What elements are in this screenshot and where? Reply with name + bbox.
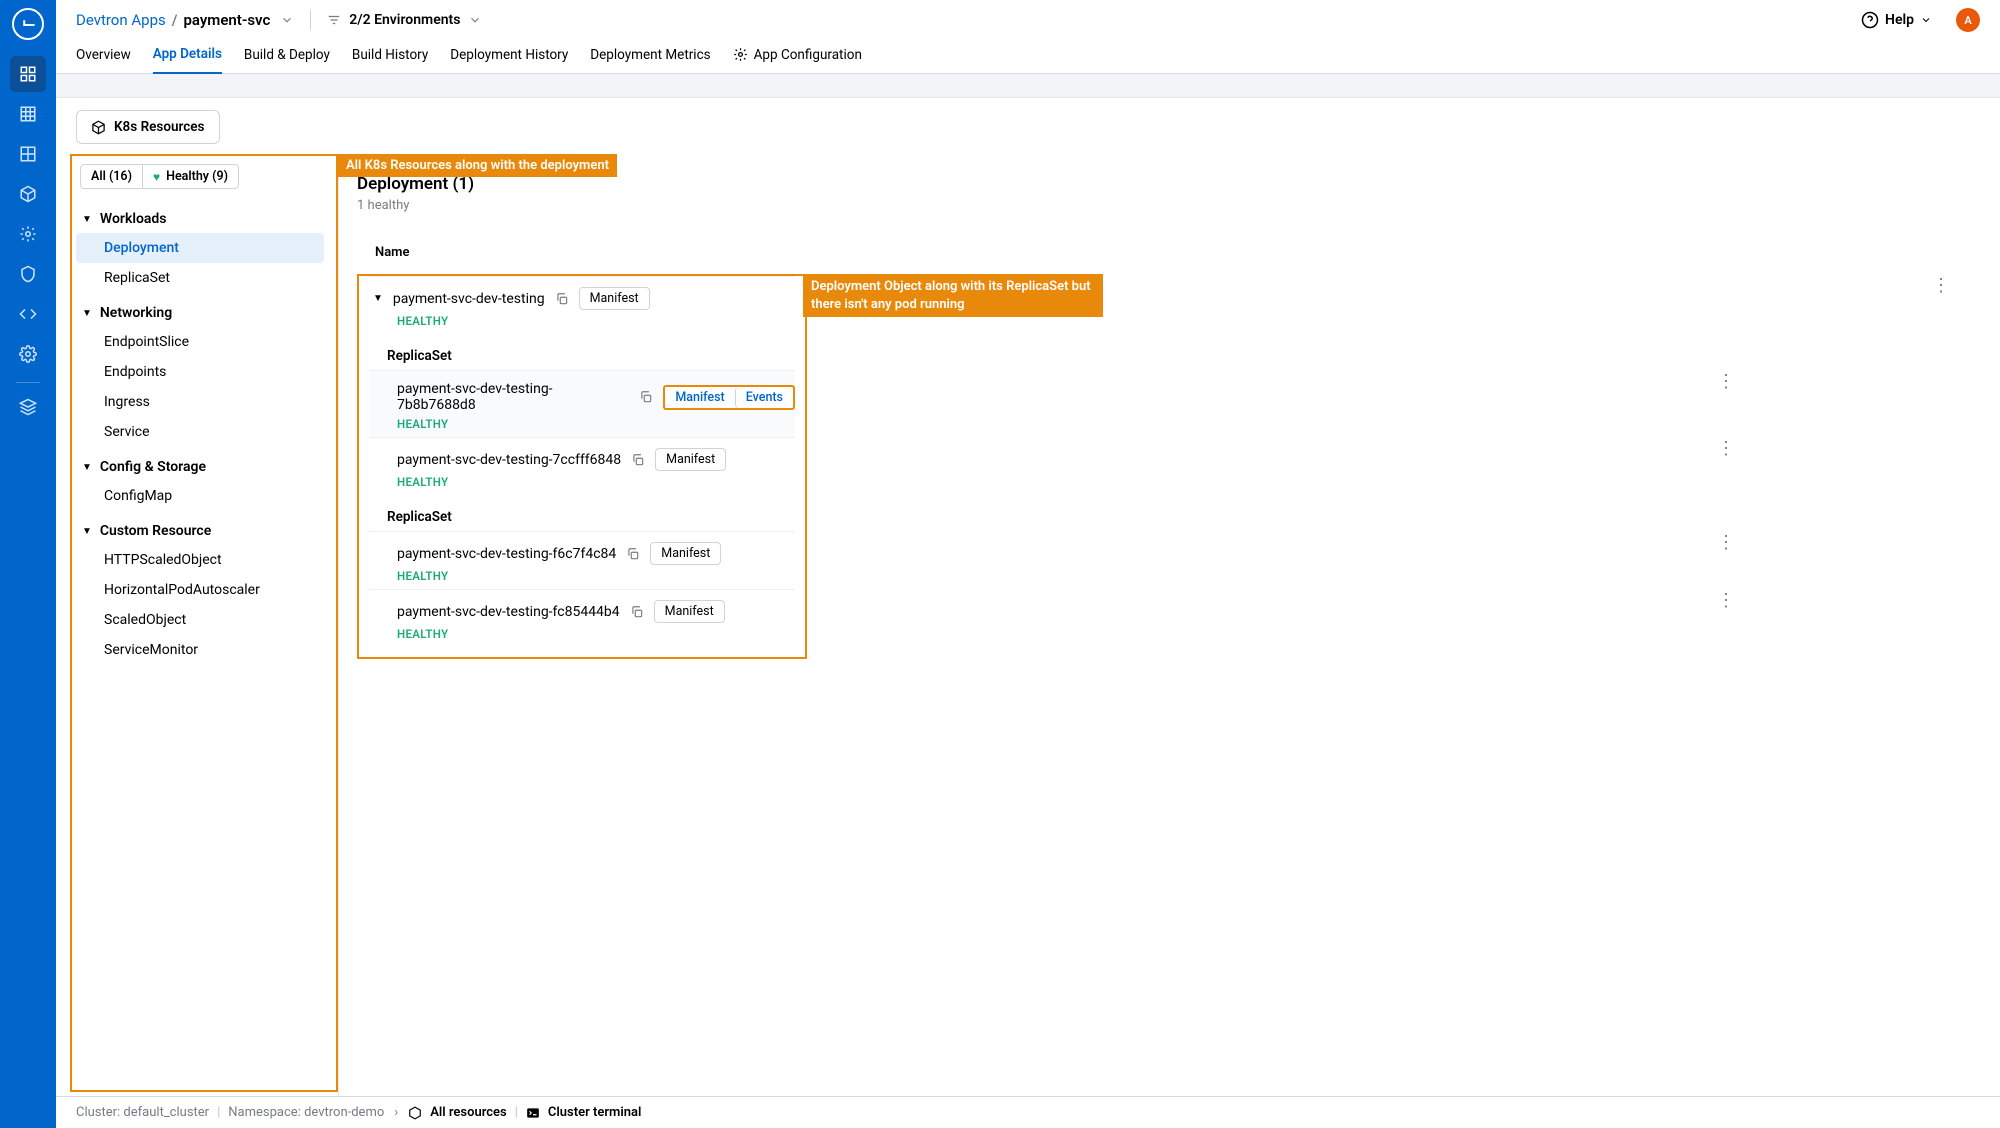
- annotation-label-deployment: Deployment Object along with its Replica…: [803, 274, 1103, 317]
- tab-deployment-metrics[interactable]: Deployment Metrics: [590, 40, 710, 73]
- nav-gear-icon[interactable]: [10, 216, 46, 252]
- tree-item[interactable]: ScaledObject: [76, 605, 324, 635]
- tree-item[interactable]: ServiceMonitor: [76, 635, 324, 665]
- tab-deployment-history[interactable]: Deployment History: [450, 40, 568, 73]
- kebab-menu[interactable]: ⋮: [1717, 599, 1735, 603]
- tab-build-history[interactable]: Build History: [352, 40, 428, 73]
- chevron-down-icon: [1920, 14, 1932, 26]
- tree-item[interactable]: ConfigMap: [76, 481, 324, 511]
- tabs: Overview App Details Build & Deploy Buil…: [56, 40, 2000, 74]
- footer-cluster: Cluster: default_cluster: [76, 1105, 209, 1120]
- replicaset-row: payment-svc-dev-testing-fc85444b4 Manife…: [369, 589, 795, 647]
- nav-settings-icon[interactable]: [10, 336, 46, 372]
- breadcrumb-current[interactable]: payment-svc: [183, 11, 270, 29]
- replicaset-row: payment-svc-dev-testing-7b8b7688d8 Manif…: [369, 370, 795, 437]
- nav-code-icon[interactable]: [10, 296, 46, 332]
- terminal-icon: [526, 1106, 540, 1120]
- tree-item[interactable]: HTTPScaledObject: [76, 545, 324, 575]
- annotation-box-deployment: Deployment Object along with its Replica…: [357, 274, 807, 659]
- tree-item[interactable]: Service: [76, 417, 324, 447]
- replicaset-header: ReplicaSet: [369, 495, 795, 531]
- cube-icon: [408, 1106, 422, 1120]
- copy-icon[interactable]: [626, 547, 640, 561]
- vertical-nav: [0, 0, 56, 1128]
- breadcrumb[interactable]: Devtron Apps / payment-svc: [76, 11, 294, 29]
- manifest-button[interactable]: Manifest: [665, 387, 734, 408]
- resource-tree: All (16) ♥ Healthy (9) ▼Workloads Deploy…: [70, 154, 330, 675]
- tree-item-replicaset[interactable]: ReplicaSet: [76, 263, 324, 293]
- tab-build-deploy[interactable]: Build & Deploy: [244, 40, 330, 73]
- breadcrumb-root[interactable]: Devtron Apps: [76, 11, 166, 29]
- nav-layers-icon[interactable]: [10, 389, 46, 425]
- status-badge: HEALTHY: [397, 475, 795, 489]
- expand-toggle[interactable]: ▼: [373, 293, 383, 304]
- tab-overview[interactable]: Overview: [76, 40, 131, 73]
- column-header-name: Name: [357, 231, 1980, 270]
- avatar[interactable]: A: [1956, 8, 1980, 32]
- heart-icon: ♥: [153, 170, 160, 184]
- detail-subtitle: 1 healthy: [357, 198, 1980, 213]
- tree-group-custom[interactable]: ▼Custom Resource: [76, 517, 324, 545]
- tree-item[interactable]: Endpoints: [76, 357, 324, 387]
- kebab-menu[interactable]: ⋮: [1717, 447, 1735, 451]
- help-icon: [1861, 11, 1879, 29]
- tree-item[interactable]: Ingress: [76, 387, 324, 417]
- footer-cluster-terminal[interactable]: Cluster terminal: [548, 1105, 641, 1120]
- chevron-down-icon[interactable]: [280, 13, 294, 27]
- detail-title: Deployment (1): [357, 174, 1980, 194]
- footer-all-resources[interactable]: All resources: [430, 1105, 507, 1120]
- manifest-button[interactable]: Manifest: [650, 542, 721, 565]
- copy-icon[interactable]: [630, 605, 644, 619]
- deployment-row: ▼ payment-svc-dev-testing Manifest HEALT…: [369, 276, 795, 334]
- chip-all[interactable]: All (16): [81, 165, 142, 188]
- chevron-right-icon: ›: [394, 1105, 398, 1120]
- nav-window-icon[interactable]: [10, 136, 46, 172]
- gear-icon: [733, 47, 748, 62]
- annotation-label-sidebar: All K8s Resources along with the deploym…: [338, 154, 617, 177]
- tree-item-deployment[interactable]: Deployment: [76, 233, 324, 263]
- header: Devtron Apps / payment-svc 2/2 Environme…: [56, 0, 2000, 40]
- chevron-down-icon[interactable]: [468, 13, 482, 27]
- tree-item[interactable]: EndpointSlice: [76, 327, 324, 357]
- events-button[interactable]: Events: [735, 387, 793, 408]
- replicaset-row: payment-svc-dev-testing-f6c7f4c84 Manife…: [369, 531, 795, 589]
- replicaset-header: ReplicaSet: [369, 334, 795, 370]
- status-badge: HEALTHY: [397, 314, 795, 328]
- annotation-box-buttons: Manifest Events: [663, 385, 795, 410]
- tree-group-config[interactable]: ▼Config & Storage: [76, 453, 324, 481]
- nav-grid-icon[interactable]: [10, 96, 46, 132]
- tree-group-workloads[interactable]: ▼Workloads: [76, 205, 324, 233]
- status-badge: HEALTHY: [397, 627, 795, 641]
- environment-filter[interactable]: 2/2 Environments: [327, 12, 482, 28]
- footer-namespace: Namespace: devtron-demo: [228, 1105, 384, 1120]
- copy-icon[interactable]: [555, 292, 569, 306]
- manifest-button[interactable]: Manifest: [579, 287, 650, 310]
- kebab-menu[interactable]: ⋮: [1932, 284, 1950, 288]
- logo-icon: [12, 8, 44, 40]
- nav-divider: [16, 382, 40, 383]
- detail-pane: Deployment (1) 1 healthy Name ⋮ Deployme…: [339, 154, 2000, 1096]
- cube-icon: [91, 120, 106, 135]
- nav-apps-icon[interactable]: [10, 56, 46, 92]
- kebab-menu[interactable]: ⋮: [1717, 541, 1735, 545]
- manifest-button[interactable]: Manifest: [654, 600, 725, 623]
- nav-shield-icon[interactable]: [10, 256, 46, 292]
- copy-icon[interactable]: [631, 453, 645, 467]
- footer: Cluster: default_cluster | Namespace: de…: [56, 1096, 2000, 1128]
- kebab-menu[interactable]: ⋮: [1717, 380, 1735, 384]
- status-badge: HEALTHY: [397, 569, 795, 583]
- tree-group-networking[interactable]: ▼Networking: [76, 299, 324, 327]
- replicaset-row: payment-svc-dev-testing-7ccfff6848 Manif…: [369, 437, 795, 495]
- tab-app-details[interactable]: App Details: [153, 40, 222, 74]
- help-button[interactable]: Help: [1861, 11, 1932, 29]
- filter-icon: [327, 13, 341, 27]
- status-badge: HEALTHY: [397, 417, 795, 431]
- k8s-resources-tab[interactable]: K8s Resources: [76, 110, 220, 144]
- tree-item[interactable]: HorizontalPodAutoscaler: [76, 575, 324, 605]
- copy-icon[interactable]: [639, 390, 653, 404]
- manifest-button[interactable]: Manifest: [655, 448, 726, 471]
- chip-healthy[interactable]: ♥ Healthy (9): [142, 165, 238, 188]
- nav-cube-icon[interactable]: [10, 176, 46, 212]
- tab-app-config[interactable]: App Configuration: [733, 40, 862, 73]
